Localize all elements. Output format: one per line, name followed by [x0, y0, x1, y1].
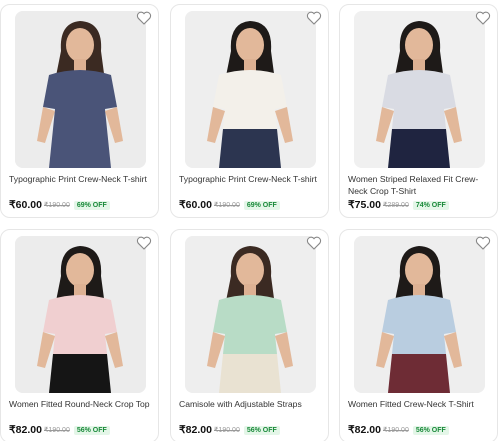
heart-icon[interactable] — [475, 235, 491, 251]
heart-icon[interactable] — [475, 10, 491, 26]
product-card[interactable]: Typographic Print Crew-Neck T-shirt ₹60.… — [0, 4, 159, 218]
sale-price: ₹60.00 — [9, 199, 42, 211]
discount-badge: 56% OFF — [412, 425, 449, 435]
product-card[interactable]: Women Fitted Crew-Neck T-Shirt ₹82.00 ₹1… — [339, 229, 498, 441]
discount-badge: 56% OFF — [243, 425, 280, 435]
sale-price: ₹82.00 — [179, 424, 212, 436]
product-title[interactable]: Camisole with Adjustable Straps — [179, 398, 325, 410]
product-image[interactable] — [15, 11, 146, 168]
product-image[interactable] — [185, 236, 316, 393]
product-title[interactable]: Typographic Print Crew-Neck T-shirt — [179, 173, 325, 185]
original-price: ₹190.00 — [43, 427, 70, 434]
discount-badge: 74% OFF — [412, 200, 449, 210]
price-row: ₹82.00 ₹190.00 56% OFF — [179, 424, 280, 436]
original-price: ₹190.00 — [213, 427, 240, 434]
discount-badge: 69% OFF — [73, 200, 110, 210]
product-card[interactable]: Camisole with Adjustable Straps ₹82.00 ₹… — [170, 229, 329, 441]
product-title[interactable]: Women Striped Relaxed Fit Crew-Neck Crop… — [348, 173, 494, 197]
original-price: ₹190.00 — [43, 202, 70, 209]
price-row: ₹60.00 ₹190.00 69% OFF — [9, 199, 110, 211]
price-row: ₹82.00 ₹190.00 56% OFF — [348, 424, 449, 436]
product-image[interactable] — [354, 236, 485, 393]
product-image[interactable] — [15, 236, 146, 393]
sale-price: ₹82.00 — [348, 424, 381, 436]
price-row: ₹82.00 ₹190.00 56% OFF — [9, 424, 110, 436]
product-card[interactable]: Typographic Print Crew-Neck T-shirt ₹60.… — [170, 4, 329, 218]
product-title[interactable]: Typographic Print Crew-Neck T-shirt — [9, 173, 155, 185]
original-price: ₹190.00 — [213, 202, 240, 209]
product-image[interactable] — [185, 11, 316, 168]
sale-price: ₹75.00 — [348, 199, 381, 211]
heart-icon[interactable] — [136, 235, 152, 251]
discount-badge: 56% OFF — [73, 425, 110, 435]
heart-icon[interactable] — [136, 10, 152, 26]
heart-icon[interactable] — [306, 235, 322, 251]
sale-price: ₹60.00 — [179, 199, 212, 211]
price-row: ₹75.00 ₹289.00 74% OFF — [348, 199, 449, 211]
product-grid: Typographic Print Crew-Neck T-shirt ₹60.… — [0, 0, 500, 441]
product-title[interactable]: Women Fitted Crew-Neck T-Shirt — [348, 398, 494, 410]
sale-price: ₹82.00 — [9, 424, 42, 436]
product-image[interactable] — [354, 11, 485, 168]
original-price: ₹289.00 — [382, 202, 409, 209]
product-title[interactable]: Women Fitted Round-Neck Crop Top — [9, 398, 155, 410]
price-row: ₹60.00 ₹190.00 69% OFF — [179, 199, 280, 211]
product-card[interactable]: Women Fitted Round-Neck Crop Top ₹82.00 … — [0, 229, 159, 441]
discount-badge: 69% OFF — [243, 200, 280, 210]
product-card[interactable]: Women Striped Relaxed Fit Crew-Neck Crop… — [339, 4, 498, 218]
original-price: ₹190.00 — [382, 427, 409, 434]
heart-icon[interactable] — [306, 10, 322, 26]
